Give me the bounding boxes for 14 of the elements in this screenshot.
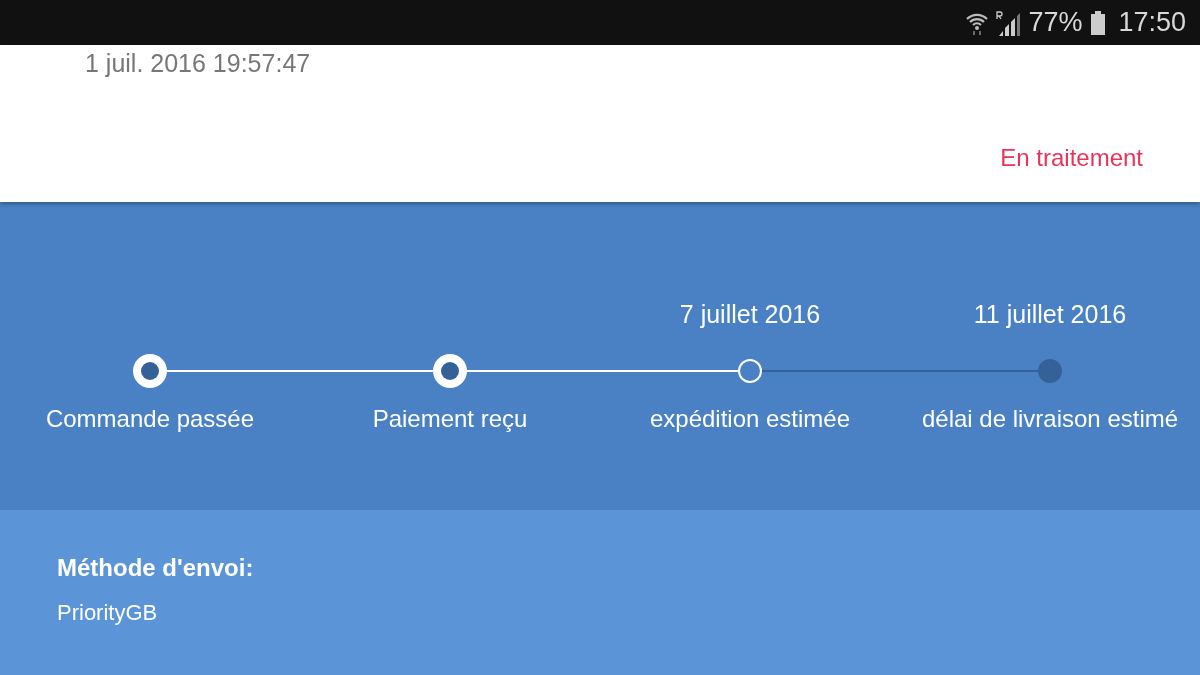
battery-icon: [1090, 10, 1107, 35]
shipping-method: PriorityGB: [57, 599, 158, 627]
step-date: 7 juillet 2016: [679, 299, 821, 330]
clock: 17:50: [1118, 6, 1186, 40]
order-date: 1 juil. 2016 19:57:47: [85, 48, 311, 79]
battery-percent: 77%: [1028, 6, 1083, 40]
signal-icon: [996, 9, 1021, 36]
step-date: 11 juillet 2016: [973, 299, 1127, 330]
step-label: Commande passée: [45, 404, 255, 434]
step-label: délai de livraison estimé: [921, 404, 1179, 434]
step-label: expédition estimée: [649, 404, 851, 434]
step-label: Paiement reçu: [372, 404, 528, 434]
shipping-title: Méthode d'envoi:: [57, 553, 254, 583]
order-status: En traitement: [1000, 143, 1143, 173]
